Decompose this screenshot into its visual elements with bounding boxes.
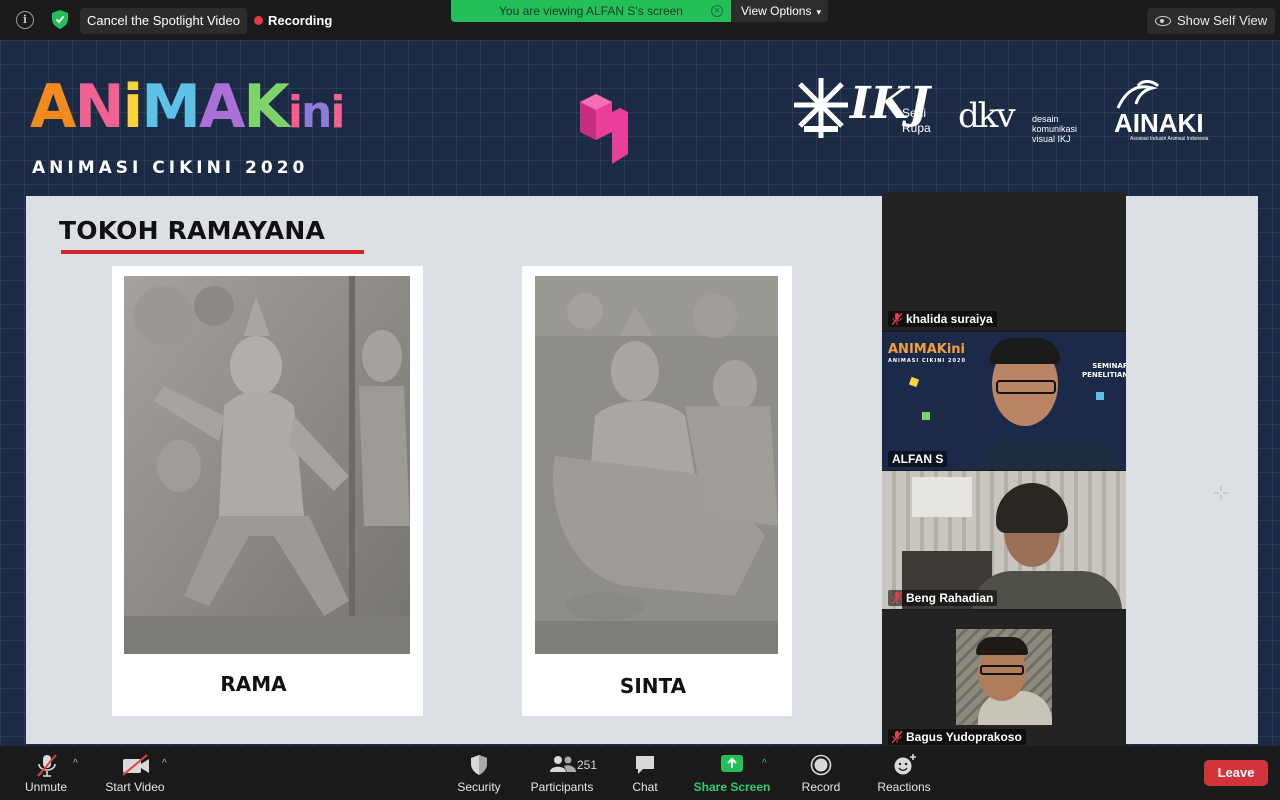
participant-tile[interactable]: Bagus Yudoprakoso bbox=[882, 610, 1126, 748]
eye-icon bbox=[1155, 16, 1171, 26]
participant-tile[interactable]: khalida suraiya bbox=[882, 192, 1126, 330]
top-bar: i Cancel the Spotlight Video Recording Y… bbox=[0, 0, 1280, 40]
view-options-button[interactable]: View Options ▾ bbox=[731, 0, 828, 22]
ikj-seni-rupa-logo: IKJ Seni Rupa bbox=[794, 78, 931, 143]
cancel-spotlight-button[interactable]: Cancel the Spotlight Video bbox=[80, 8, 247, 34]
recording-label: Recording bbox=[268, 13, 333, 28]
unmute-label: Unmute bbox=[24, 780, 68, 794]
participant-name-label: Bagus Yudoprakoso bbox=[888, 729, 1026, 745]
record-icon bbox=[810, 754, 832, 776]
rama-relief-image bbox=[124, 276, 410, 654]
start-video-label: Start Video bbox=[105, 780, 165, 794]
sinta-card: SINTA bbox=[522, 266, 792, 716]
security-button[interactable]: Security bbox=[449, 746, 509, 800]
rama-card: RAMA bbox=[112, 266, 423, 716]
ainaki-text: Asosiasi Industri Animasi Indonesia bbox=[1130, 136, 1209, 142]
record-label: Record bbox=[801, 780, 841, 794]
dkv-logo: dkv desain komunikasi visual IKJ bbox=[958, 96, 1077, 144]
viewing-screen-banner: You are viewing ALFAN S's screen ✕ bbox=[451, 0, 731, 22]
profile-photo bbox=[956, 629, 1052, 725]
chat-bubble-icon bbox=[636, 756, 654, 774]
participants-button[interactable]: Participants bbox=[524, 746, 600, 800]
rama-caption: RAMA bbox=[220, 672, 287, 696]
decor-block bbox=[1096, 392, 1104, 400]
background-logo: ANIMAKini bbox=[888, 342, 966, 357]
chat-label: Chat bbox=[632, 780, 658, 794]
encryption-shield-icon[interactable] bbox=[52, 10, 68, 29]
ikj-emblem-icon bbox=[794, 78, 848, 138]
participant-name: Bagus Yudoprakoso bbox=[906, 730, 1022, 744]
participant-name-label: ALFAN S bbox=[888, 451, 948, 467]
participants-label: Participants bbox=[530, 780, 594, 794]
start-video-button[interactable]: Start Video bbox=[98, 746, 172, 800]
background-caption: SEMINAR PENELITIAN bbox=[1082, 362, 1126, 379]
participant-name-label: Beng Rahadian bbox=[888, 590, 998, 606]
dkv-text: desain komunikasi visual IKJ bbox=[1032, 114, 1078, 144]
muted-mic-icon bbox=[892, 592, 902, 604]
view-options-label: View Options bbox=[741, 4, 812, 18]
reactions-button[interactable]: Reactions bbox=[872, 746, 936, 800]
participant-video-strip: khalida suraiya ANIMAKini ANIMASI CIKINI… bbox=[882, 192, 1126, 748]
ainaki-emblem-icon bbox=[1116, 80, 1160, 109]
meeting-toolbar: Unmute ^ Start Video ^ Security Particip… bbox=[0, 746, 1280, 800]
animakini-logo: ANiMAKini ANIMASI CIKINI 2020 bbox=[30, 62, 350, 182]
participant-tile-active-speaker[interactable]: Beng Rahadian bbox=[882, 471, 1126, 609]
participants-icon bbox=[550, 756, 576, 772]
record-button[interactable]: Record bbox=[794, 746, 848, 800]
audio-options-chevron-icon[interactable]: ^ bbox=[73, 758, 78, 769]
reactions-label: Reactions bbox=[877, 780, 931, 794]
unmute-button[interactable]: Unmute bbox=[14, 746, 78, 800]
ainaki-logo: AINAKI Asosiasi Industri Animasi Indones… bbox=[1108, 80, 1208, 142]
photo-glasses bbox=[980, 665, 1024, 675]
security-label: Security bbox=[457, 780, 501, 794]
participant-name: ALFAN S bbox=[892, 452, 944, 466]
viewing-screen-label: You are viewing ALFAN S's screen bbox=[499, 4, 683, 18]
muted-mic-icon bbox=[892, 313, 902, 325]
speaker-shoulders bbox=[974, 442, 1124, 470]
sinta-relief-image bbox=[535, 276, 778, 654]
video-off-icon bbox=[122, 754, 149, 776]
muted-microphone-icon bbox=[37, 754, 57, 777]
show-self-view-label: Show Self View bbox=[1177, 13, 1268, 28]
recording-dot-icon bbox=[254, 16, 263, 25]
close-banner-icon[interactable]: ✕ bbox=[711, 5, 723, 17]
pink-block-logo-icon bbox=[580, 94, 628, 164]
share-screen-button[interactable]: Share Screen bbox=[692, 746, 772, 800]
crosshair-cursor-icon bbox=[1214, 486, 1228, 500]
participant-tile[interactable]: ANIMAKini ANIMASI CIKINI 2020 SEMINAR PE… bbox=[882, 332, 1126, 470]
photo-hair bbox=[976, 637, 1028, 655]
sinta-caption: SINTA bbox=[619, 674, 687, 698]
chevron-down-icon: ▾ bbox=[816, 7, 822, 17]
slide-title: TOKOH RAMAYANA bbox=[59, 216, 325, 245]
speaker-glasses bbox=[996, 380, 1056, 394]
muted-mic-icon bbox=[892, 731, 902, 743]
zoom-meeting-window: i Cancel the Spotlight Video Recording Y… bbox=[0, 0, 1280, 800]
participants-count: 251 bbox=[577, 758, 598, 772]
participant-name: khalida suraiya bbox=[906, 312, 993, 326]
logo-main-text: ANiMAKini bbox=[30, 72, 345, 142]
decor-block bbox=[908, 376, 920, 388]
show-self-view-button[interactable]: Show Self View bbox=[1147, 8, 1276, 34]
speaker-hair bbox=[990, 338, 1060, 364]
logo-subtitle: ANIMASI CIKINI 2020 bbox=[32, 158, 309, 178]
decor-block bbox=[922, 412, 930, 420]
share-screen-label: Share Screen bbox=[693, 780, 771, 794]
ikj-text: Seni Rupa bbox=[902, 106, 931, 135]
video-options-chevron-icon[interactable]: ^ bbox=[162, 758, 167, 769]
dkv-mark: dkv bbox=[958, 96, 1016, 136]
share-screen-icon bbox=[721, 755, 743, 772]
info-icon[interactable]: i bbox=[16, 11, 34, 29]
share-options-chevron-icon[interactable]: ^ bbox=[762, 758, 767, 769]
participant-name-label: khalida suraiya bbox=[888, 311, 997, 327]
ainaki-mark: AINAKI bbox=[1114, 108, 1204, 138]
chat-button[interactable]: Chat bbox=[620, 746, 670, 800]
background-logo-subtitle: ANIMASI CIKINI 2020 bbox=[888, 358, 966, 364]
recording-indicator[interactable]: Recording bbox=[254, 13, 332, 28]
title-underline bbox=[61, 250, 364, 254]
security-shield-icon bbox=[471, 755, 487, 775]
wall-frame bbox=[912, 477, 972, 517]
reactions-smiley-icon bbox=[894, 754, 916, 775]
leave-button[interactable]: Leave bbox=[1204, 760, 1268, 786]
participant-name: Beng Rahadian bbox=[906, 591, 994, 605]
